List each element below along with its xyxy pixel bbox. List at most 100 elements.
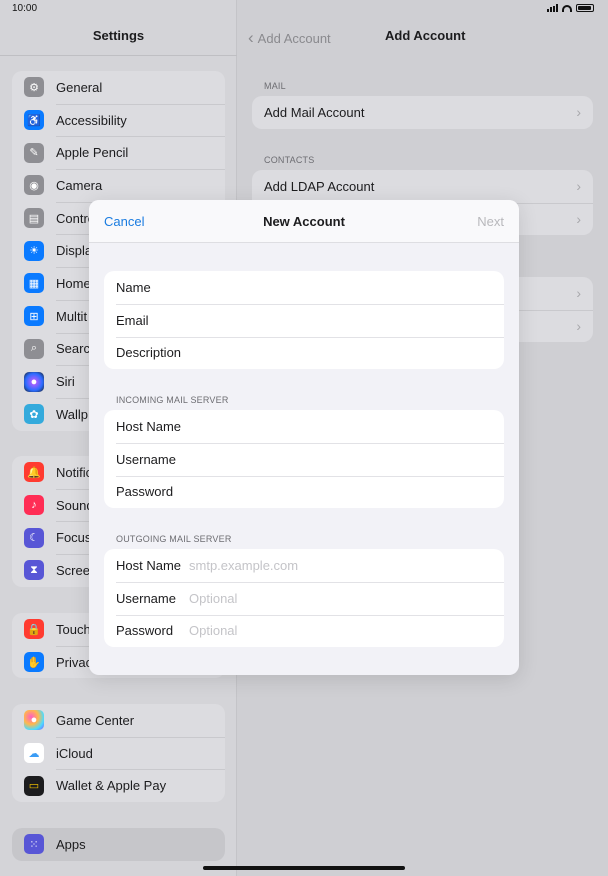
accessibility-icon: ♿ — [24, 110, 44, 131]
sidebar-item-wallet[interactable]: ▭ Wallet & Apple Pay — [12, 769, 225, 802]
hourglass-icon: ⧗ — [24, 560, 44, 581]
contacts-section-header: CONTACTS — [264, 155, 315, 165]
sheet-title: New Account — [263, 214, 345, 229]
detail-nav-bar: ‹ Add Account Add Account — [238, 28, 608, 48]
field-placeholder: Optional — [189, 623, 238, 639]
back-button[interactable]: ‹ Add Account — [248, 28, 331, 48]
outgoing-username-field[interactable]: Username Optional — [104, 581, 504, 615]
sidebar-item-label: Wallet & Apple Pay — [56, 778, 167, 794]
field-label: Name — [116, 279, 151, 295]
incoming-server-group: Host Name Username Password — [104, 410, 504, 509]
field-label: Password — [116, 623, 174, 639]
outgoing-password-field[interactable]: Password Optional — [104, 614, 504, 648]
sidebar-item-label: Displa — [56, 243, 93, 259]
sidebar-item-apps[interactable]: ⁙ Apps — [12, 828, 225, 861]
email-field[interactable]: Email — [104, 303, 504, 337]
incoming-server-header: INCOMING MAIL SERVER — [116, 395, 229, 405]
back-label: Add Account — [257, 30, 331, 46]
home-screen-icon: ▦ — [24, 273, 44, 294]
sidebar-item-label: Wallp — [56, 406, 89, 422]
sound-icon: ♪ — [24, 495, 44, 516]
field-label: Host Name — [116, 418, 182, 434]
sidebar-item-label: Apps — [56, 836, 86, 852]
add-mail-account-row[interactable]: Add Mail Account › — [252, 96, 593, 129]
mail-group: Add Mail Account › — [252, 96, 593, 129]
sidebar-item-game-center[interactable]: ● Game Center — [12, 704, 225, 737]
camera-icon: ◉ — [24, 175, 44, 196]
wallpaper-icon: ✿ — [24, 404, 44, 425]
sidebar-item-label: Searc — [56, 341, 90, 357]
incoming-username-field[interactable]: Username — [104, 442, 504, 476]
sidebar-item-label: Scree — [56, 562, 90, 578]
chevron-right-icon: › — [576, 317, 581, 334]
next-button[interactable]: Next — [477, 214, 504, 229]
apps-grid-icon: ⁙ — [24, 834, 44, 855]
outgoing-host-name-field[interactable]: Host Name smtp.example.com — [104, 549, 504, 582]
search-icon: ⌕ — [24, 338, 44, 359]
name-field[interactable]: Name — [104, 271, 504, 304]
sidebar-item-accessibility[interactable]: ♿ Accessibility — [12, 103, 225, 137]
description-field[interactable]: Description — [104, 336, 504, 370]
sidebar-divider — [0, 55, 237, 56]
game-center-icon: ● — [24, 710, 44, 731]
battery-icon — [576, 4, 594, 12]
new-account-sheet: Cancel New Account Next Name Email Descr… — [89, 200, 519, 675]
sidebar-item-general[interactable]: ⚙ General — [12, 71, 225, 104]
sidebar-item-label: Camera — [56, 177, 103, 193]
incoming-host-name-field[interactable]: Host Name — [104, 410, 504, 443]
sidebar-item-label: Notific — [56, 464, 93, 480]
status-bar: 10:00 — [0, 0, 608, 18]
status-icons — [547, 4, 594, 12]
sidebar-item-label: Home — [56, 275, 91, 291]
screen: 10:00 Settings ⚙ General ♿ Accessibility… — [0, 0, 608, 876]
sidebar-item-icloud[interactable]: ☁ iCloud — [12, 736, 225, 770]
control-centre-icon: ▤ — [24, 208, 44, 229]
sidebar-item-label: Multit — [56, 308, 88, 324]
chevron-right-icon: › — [576, 104, 581, 121]
chevron-left-icon: ‹ — [248, 28, 254, 47]
sheet-header: Cancel New Account Next — [89, 200, 519, 243]
wallet-icon: ▭ — [24, 775, 44, 796]
wifi-icon — [562, 4, 572, 12]
add-ldap-account-row[interactable]: Add LDAP Account › — [252, 170, 593, 203]
sidebar-item-label: Focus — [56, 530, 92, 546]
sidebar-group-apps: ⁙ Apps — [12, 828, 225, 861]
moon-icon: ☾ — [24, 527, 44, 548]
field-label: Host Name — [116, 557, 182, 573]
outgoing-server-header: OUTGOING MAIL SERVER — [116, 534, 232, 544]
row-label: Add LDAP Account — [264, 178, 375, 194]
lock-icon: 🔒 — [24, 619, 44, 640]
sidebar-item-label: Sound — [56, 497, 94, 513]
sidebar-item-label: Siri — [56, 374, 75, 390]
sidebar-item-label: Apple Pencil — [56, 145, 129, 161]
sidebar-group-services: ● Game Center ☁ iCloud ▭ Wallet & Apple … — [12, 704, 225, 803]
page-title: Add Account — [385, 28, 466, 43]
mail-section-header: MAIL — [264, 81, 286, 91]
sidebar-item-label: iCloud — [56, 745, 93, 761]
brightness-icon: ☀ — [24, 240, 44, 261]
chevron-right-icon: › — [576, 285, 581, 302]
field-label: Password — [116, 484, 174, 500]
siri-icon: ● — [24, 371, 44, 392]
sidebar-item-label: Accessibility — [56, 112, 127, 128]
status-time: 10:00 — [12, 3, 38, 14]
hand-icon: ✋ — [24, 652, 44, 673]
sidebar-item-label: Game Center — [56, 712, 135, 728]
outgoing-server-group: Host Name smtp.example.com Username Opti… — [104, 549, 504, 648]
account-fields-group: Name Email Description — [104, 271, 504, 370]
chevron-right-icon: › — [576, 178, 581, 195]
field-label: Username — [116, 590, 176, 606]
sidebar-item-label: Privac — [56, 654, 93, 670]
field-label: Email — [116, 312, 149, 328]
sidebar-item-apple-pencil[interactable]: ✎ Apple Pencil — [12, 136, 225, 169]
sidebar-title: Settings — [92, 28, 145, 43]
pencil-icon: ✎ — [24, 142, 44, 163]
home-indicator[interactable] — [203, 866, 405, 870]
incoming-password-field[interactable]: Password — [104, 475, 504, 509]
cloud-icon: ☁ — [24, 743, 44, 764]
notifications-icon: 🔔 — [24, 462, 44, 483]
sidebar-item-label: General — [56, 79, 103, 95]
field-placeholder: Optional — [189, 590, 238, 606]
chevron-right-icon: › — [576, 210, 581, 227]
sidebar-item-camera[interactable]: ◉ Camera — [12, 169, 225, 202]
